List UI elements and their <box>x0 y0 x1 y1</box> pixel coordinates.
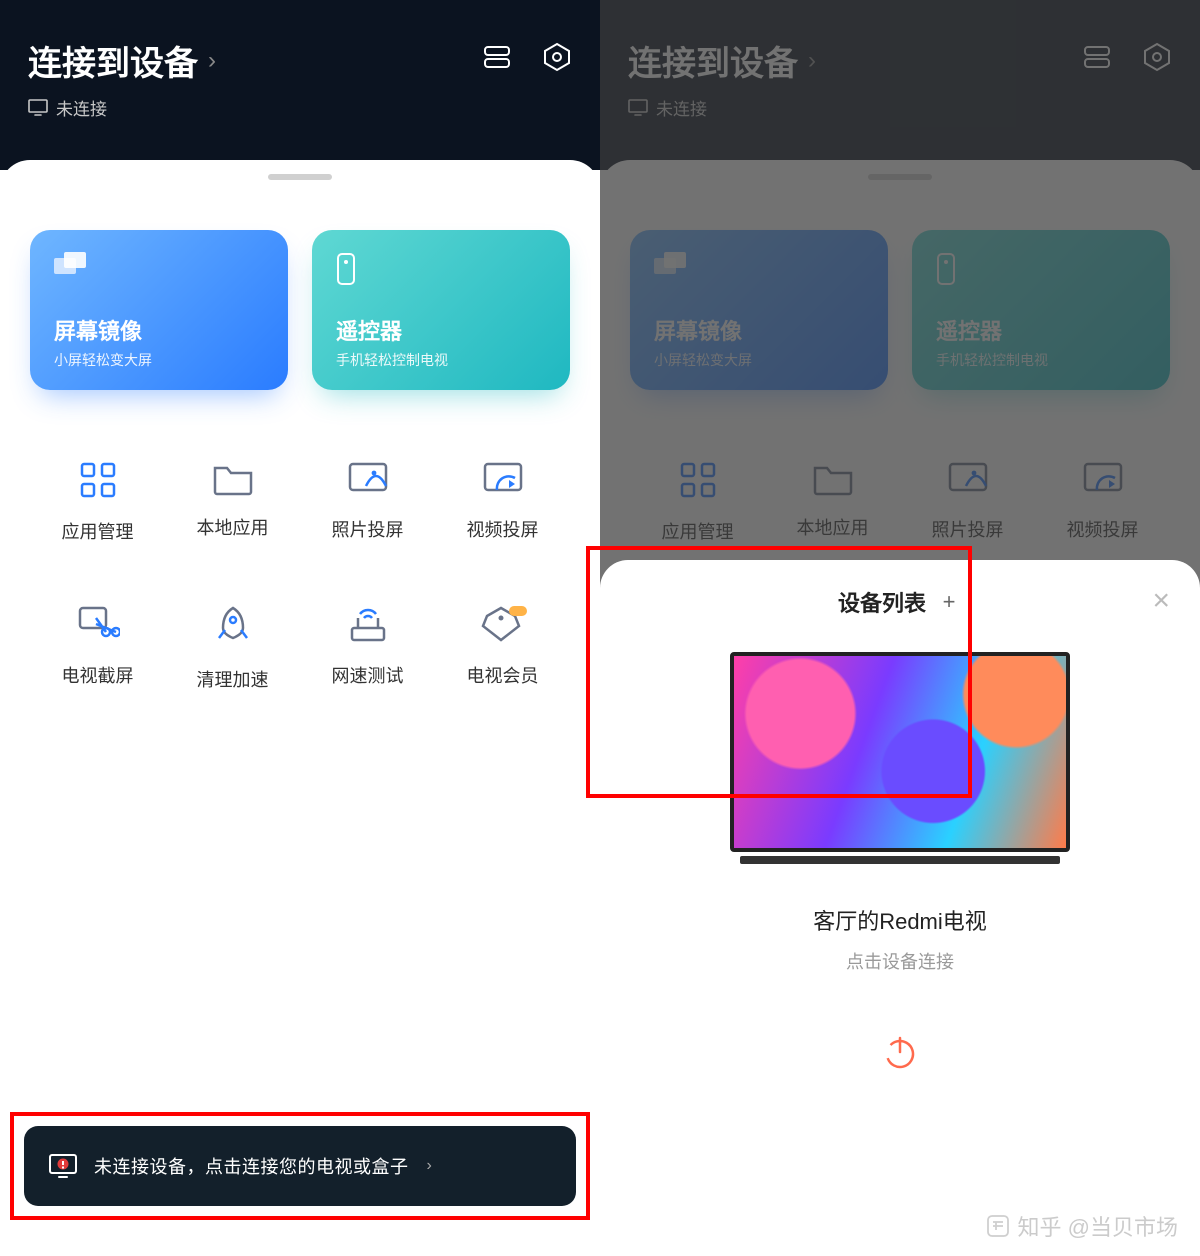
device-list-popup: 设备列表 + × 客厅的Redmi电视 点击设备连接 <box>600 560 1200 1256</box>
feature-cards: 屏幕镜像 小屏轻松变大屏 遥控器 手机轻松控制电视 <box>0 180 600 420</box>
scissors-icon <box>76 604 120 644</box>
monitor-alert-icon <box>48 1153 78 1179</box>
card-title: 遥控器 <box>336 314 546 346</box>
grid-icon <box>78 460 118 500</box>
grid-label: 应用管理 <box>62 518 134 544</box>
remote-card[interactable]: 遥控器 手机轻松控制电视 <box>312 230 570 390</box>
connect-banner[interactable]: 未连接设备，点击连接您的电视或盒子 › <box>24 1126 576 1206</box>
grid-tv-screenshot[interactable]: 电视截屏 <box>30 604 165 692</box>
grid-label: 网速测试 <box>332 662 404 688</box>
vip-tag-icon <box>479 604 527 644</box>
left-pane: 连接到设备 › 未连接 屏幕镜像 小屏轻松变大屏 遥控器 手机轻松控制电视 <box>0 0 600 1256</box>
popup-header: 设备列表 + × <box>624 586 1176 618</box>
add-device-button[interactable]: + <box>936 589 962 615</box>
screen-mirror-card[interactable]: 屏幕镜像 小屏轻松变大屏 <box>30 230 288 390</box>
chevron-right-icon: › <box>427 1157 432 1175</box>
scan-icon[interactable] <box>482 44 512 70</box>
grid-vip[interactable]: 电视会员 <box>435 604 570 692</box>
grid-app-manage[interactable]: 应用管理 <box>30 460 165 544</box>
right-pane: 连接到设备 › 未连接 屏幕镜像 小屏轻松变大屏 遥控器 手机轻松控制电视 <box>600 0 1200 1256</box>
content-sheet: 屏幕镜像 小屏轻松变大屏 遥控器 手机轻松控制电视 应用管理 本地应用 照片投屏 <box>0 160 600 1256</box>
folder-icon <box>211 460 255 496</box>
feature-grid: 应用管理 本地应用 照片投屏 视频投屏 电视截屏 清理加速 <box>0 420 600 692</box>
card-title: 屏幕镜像 <box>54 314 264 346</box>
device-hint: 点击设备连接 <box>624 948 1176 974</box>
grid-local-apps[interactable]: 本地应用 <box>165 460 300 544</box>
settings-icon[interactable] <box>542 42 572 72</box>
grid-label: 本地应用 <box>197 514 269 540</box>
grid-video-cast[interactable]: 视频投屏 <box>435 460 570 544</box>
header: 连接到设备 › 未连接 <box>0 0 600 170</box>
grid-label: 电视截屏 <box>62 662 134 688</box>
status-text: 未连接 <box>56 95 107 120</box>
remote-icon <box>336 252 356 286</box>
grid-label: 照片投屏 <box>332 516 404 542</box>
monitor-icon <box>28 99 48 117</box>
chevron-right-icon: › <box>208 47 216 75</box>
rocket-icon <box>213 604 253 648</box>
header-actions <box>482 42 572 72</box>
card-sub: 手机轻松控制电视 <box>336 350 546 370</box>
close-icon[interactable]: × <box>1152 584 1170 618</box>
banner-text: 未连接设备，点击连接您的电视或盒子 <box>94 1153 409 1179</box>
device-item[interactable] <box>721 652 1079 878</box>
device-name: 客厅的Redmi电视 <box>624 904 1176 936</box>
photo-cast-icon <box>346 460 390 498</box>
connection-status: 未连接 <box>28 95 572 120</box>
grid-photo-cast[interactable]: 照片投屏 <box>300 460 435 544</box>
grid-speed-test[interactable]: 网速测试 <box>300 604 435 692</box>
wifi-router-icon <box>346 604 390 644</box>
grid-cleanup[interactable]: 清理加速 <box>165 604 300 692</box>
grid-label: 清理加速 <box>197 666 269 692</box>
grid-label: 视频投屏 <box>467 516 539 542</box>
tv-thumbnail <box>730 652 1070 852</box>
popup-title: 设备列表 <box>838 586 926 618</box>
windows-icon <box>54 252 92 282</box>
title-text: 连接到设备 <box>28 36 198 85</box>
power-icon[interactable] <box>880 1032 920 1072</box>
grid-label: 电视会员 <box>467 662 539 688</box>
card-sub: 小屏轻松变大屏 <box>54 350 264 370</box>
video-cast-icon <box>481 460 525 498</box>
